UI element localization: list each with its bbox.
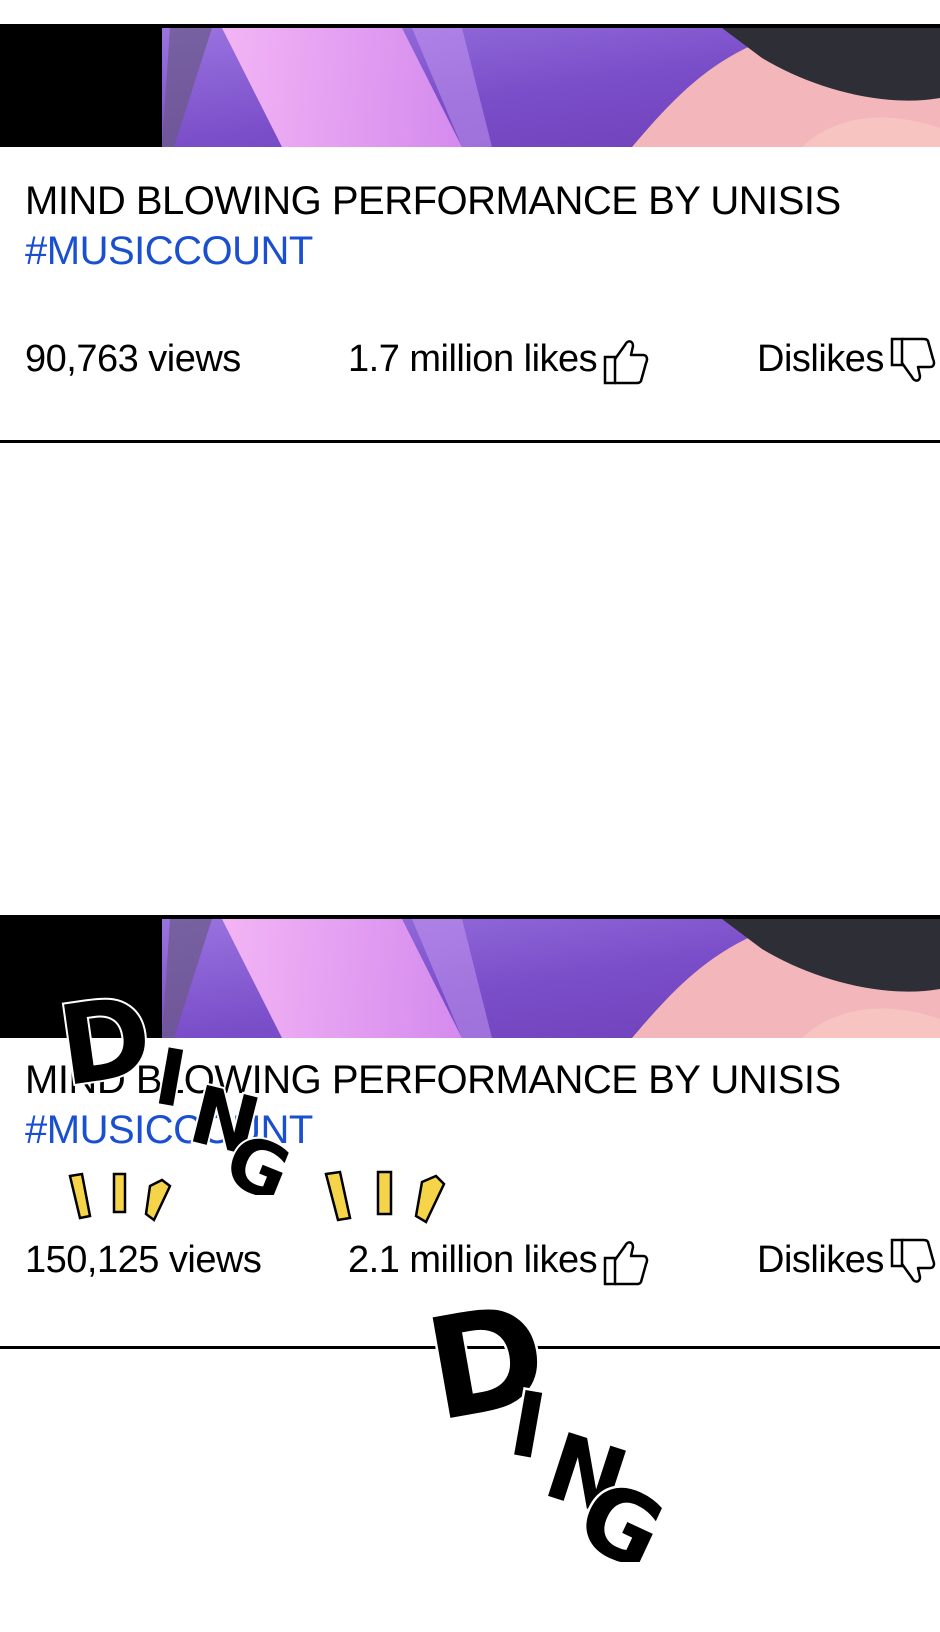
thumbs-down-icon <box>890 337 936 382</box>
svg-text:I: I <box>148 1032 192 1126</box>
like-button[interactable]: 1.7 million likes <box>348 334 649 385</box>
thumbnail-black-bar <box>0 28 162 147</box>
thumbnail-stage-art <box>162 28 940 147</box>
dislike-button[interactable]: Dislikes <box>757 334 936 385</box>
sfx-ding-2: D I N G <box>430 1292 680 1562</box>
dislike-button[interactable]: Dislikes <box>757 1235 936 1286</box>
video-thumbnail[interactable] <box>0 24 940 147</box>
video-title[interactable]: MIND BLOWING PERFORMANCE BY UNISIS #MUSI… <box>25 176 841 276</box>
thumbs-up-icon <box>603 340 649 385</box>
dislike-label: Dislikes <box>757 338 884 380</box>
video-title-text: MIND BLOWING PERFORMANCE BY UNISIS <box>25 179 841 223</box>
hashtag-link[interactable]: #MUSICCOUNT <box>25 226 841 276</box>
svg-text:D: D <box>60 985 159 1111</box>
video-stats: 90,763 views 1.7 million likes Dislikes <box>0 334 940 385</box>
like-button[interactable]: 2.1 million likes <box>348 1235 649 1286</box>
thumbs-down-icon <box>890 1238 936 1283</box>
thumbs-up-icon <box>603 1241 649 1286</box>
view-count: 90,763 views <box>25 338 241 380</box>
sfx-ding-1: D I N G <box>60 985 290 1195</box>
emphasis-marks-likes <box>324 1170 446 1224</box>
view-count: 150,125 views <box>25 1239 262 1281</box>
video-stats: 150,125 views 2.1 million likes Dislikes <box>0 1235 940 1286</box>
dislike-label: Dislikes <box>757 1239 884 1281</box>
emphasis-marks-views <box>68 1172 172 1222</box>
like-count: 2.1 million likes <box>348 1239 598 1281</box>
video-card-1: MIND BLOWING PERFORMANCE BY UNISIS #MUSI… <box>0 24 940 444</box>
like-count: 1.7 million likes <box>348 338 598 380</box>
panel-1-bottom-border <box>0 440 940 443</box>
